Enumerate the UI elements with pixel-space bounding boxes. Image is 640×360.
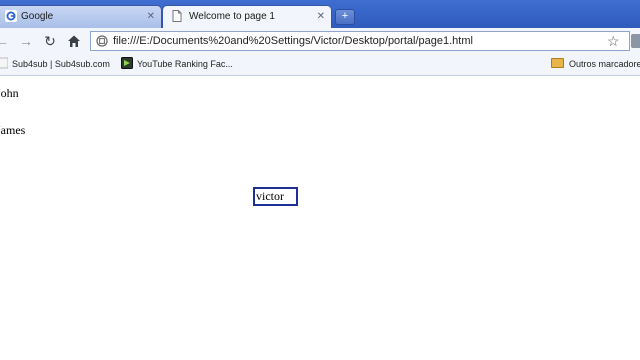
tab-strip: Google ✕ Welcome to page 1 ✕ + (0, 0, 640, 28)
tab-label: Google (21, 11, 54, 22)
bookmark-favicon-icon (0, 57, 8, 69)
tab-google[interactable]: Google ✕ (0, 5, 162, 28)
tab-welcome[interactable]: Welcome to page 1 ✕ (162, 5, 332, 28)
forward-icon[interactable]: → (18, 33, 34, 49)
star-icon[interactable]: ☆ (607, 32, 620, 50)
wrench-icon[interactable] (631, 34, 640, 48)
other-bookmarks[interactable]: Outros marcadores (551, 55, 640, 73)
youtube-ranking-icon (121, 57, 133, 69)
close-icon[interactable]: ✕ (317, 6, 325, 27)
bookmark-item[interactable]: YouTube Ranking Fac... (121, 55, 233, 73)
address-bar[interactable]: file:///E:/Documents%20and%20Settings/Vi… (90, 31, 630, 51)
name-input[interactable] (253, 187, 298, 206)
text-line-james: James (0, 123, 26, 137)
home-icon[interactable] (66, 33, 82, 49)
reload-icon[interactable]: ↻ (42, 33, 58, 49)
bookmark-label: Sub4sub | Sub4sub.com (12, 59, 110, 69)
tab-label: Welcome to page 1 (189, 11, 275, 22)
text-line-john: John (0, 86, 19, 100)
page-icon (172, 10, 182, 22)
new-tab-button[interactable]: + (335, 9, 355, 25)
bookmark-label: YouTube Ranking Fac... (137, 59, 233, 69)
google-icon (5, 10, 17, 22)
close-icon[interactable]: ✕ (147, 6, 155, 27)
bookmarks-bar: Sub4sub | Sub4sub.com YouTube Ranking Fa… (0, 55, 640, 76)
url-text: file:///E:/Documents%20and%20Settings/Vi… (113, 35, 473, 47)
browser-toolbar: ← → ↻ file:///E:/Documents%20and%20Setti… (0, 28, 640, 56)
back-icon[interactable]: ← (0, 33, 10, 49)
other-bookmarks-label: Outros marcadores (569, 59, 640, 69)
page-info-icon[interactable] (96, 35, 108, 47)
page-content: John James (0, 76, 640, 360)
folder-icon (551, 58, 564, 68)
bookmark-item[interactable]: Sub4sub | Sub4sub.com (0, 55, 110, 73)
